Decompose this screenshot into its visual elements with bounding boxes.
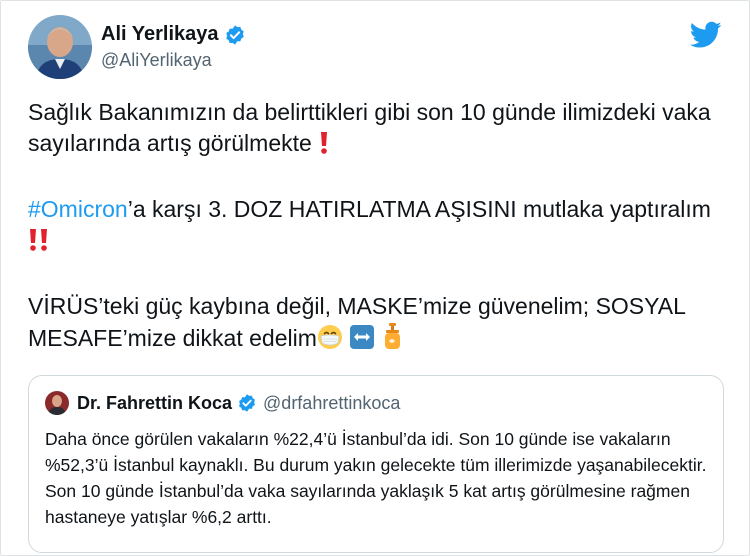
- left-right-arrow-emoji: [349, 324, 375, 358]
- quoted-tweet[interactable]: Dr. Fahrettin Koca @drfahrettinkoca Daha…: [28, 375, 724, 553]
- quoted-tweet-header: Dr. Fahrettin Koca @drfahrettinkoca: [45, 390, 707, 416]
- tweet-card: Ali Yerlikaya @AliYerlikaya Sağlık Bakan…: [0, 0, 750, 556]
- lotion-bottle-emoji: [382, 322, 404, 358]
- author-avatar[interactable]: [28, 15, 92, 79]
- double-exclamation-icon: [28, 228, 50, 260]
- quoted-author-avatar[interactable]: [45, 391, 69, 415]
- quoted-author-handle[interactable]: @drfahrettinkoca: [263, 393, 400, 414]
- twitter-bird-icon[interactable]: [689, 21, 722, 49]
- tweet-paragraph-3: VİRÜS’teki güç kaybına değil, MASKE’mize…: [28, 291, 718, 358]
- tweet-body: Sağlık Bakanımızın da belirttikleri gibi…: [28, 97, 718, 389]
- author-handle[interactable]: @AliYerlikaya: [101, 50, 246, 71]
- exclamation-icon: [318, 131, 330, 163]
- tweet-paragraph-1: Sağlık Bakanımızın da belirttikleri gibi…: [28, 97, 718, 163]
- quoted-author-name[interactable]: Dr. Fahrettin Koca: [77, 393, 232, 414]
- quoted-tweet-text: Daha önce görülen vakaların %22,4’ü İsta…: [45, 429, 707, 527]
- author-name[interactable]: Ali Yerlikaya: [101, 23, 219, 46]
- verified-badge-icon: [224, 24, 246, 46]
- verified-badge-icon: [237, 393, 257, 413]
- tweet-paragraph-1-text: Sağlık Bakanımızın da belirttikleri gibi…: [28, 99, 711, 156]
- mask-face-emoji: [317, 324, 343, 358]
- tweet-header: Ali Yerlikaya @AliYerlikaya: [28, 15, 246, 79]
- tweet-paragraph-2-text: ’a karşı 3. DOZ HATIRLATMA AŞISINI mutla…: [127, 196, 711, 222]
- tweet-paragraph-2: #Omicron’a karşı 3. DOZ HATIRLATMA AŞISI…: [28, 194, 718, 260]
- omicron-hashtag-link[interactable]: #Omicron: [28, 196, 128, 222]
